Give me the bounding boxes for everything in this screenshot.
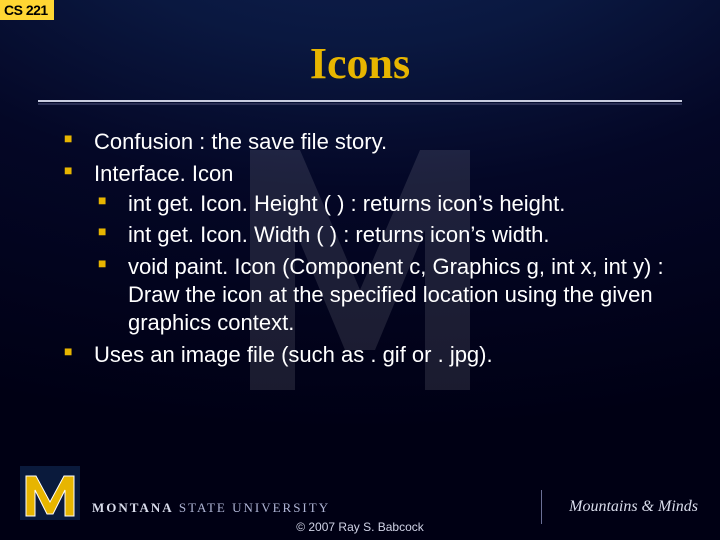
footer: MONTANA STATE UNIVERSITY Mountains & Min… [0, 462, 720, 540]
title-underline [38, 100, 682, 106]
bullet-text: int get. Icon. Height ( ) : returns icon… [128, 191, 565, 216]
slide: CS 221 Icons Confusion : the save file s… [0, 0, 720, 540]
course-tag: CS 221 [0, 0, 54, 20]
footer-tagline: Mountains & Minds [569, 498, 698, 516]
bullet-text: void paint. Icon (Component c, Graphics … [128, 254, 664, 335]
slide-body: Confusion : the save file story. Interfa… [60, 128, 680, 373]
bullet-geticonwidth: int get. Icon. Width ( ) : returns icon’… [94, 221, 680, 249]
bullet-text: Interface. Icon [94, 161, 233, 186]
bullet-interface-icon: Interface. Icon int get. Icon. Height ( … [60, 160, 680, 337]
footer-separator [541, 490, 542, 524]
slide-title: Icons [0, 38, 720, 89]
footer-university-light: STATE UNIVERSITY [179, 500, 330, 515]
bullet-text: Confusion : the save file story. [94, 129, 387, 154]
montana-state-logo [20, 466, 80, 520]
footer-university-name: MONTANA STATE UNIVERSITY [92, 500, 330, 516]
bullet-painticon: void paint. Icon (Component c, Graphics … [94, 253, 680, 337]
bullet-geticonheight: int get. Icon. Height ( ) : returns icon… [94, 190, 680, 218]
bullet-confusion: Confusion : the save file story. [60, 128, 680, 156]
bullet-uses-image-file: Uses an image file (such as . gif or . j… [60, 341, 680, 369]
footer-copyright: © 2007 Ray S. Babcock [0, 520, 720, 534]
footer-university-bold: MONTANA [92, 500, 174, 515]
bullet-text: Uses an image file (such as . gif or . j… [94, 342, 493, 367]
bullet-text: int get. Icon. Width ( ) : returns icon’… [128, 222, 549, 247]
